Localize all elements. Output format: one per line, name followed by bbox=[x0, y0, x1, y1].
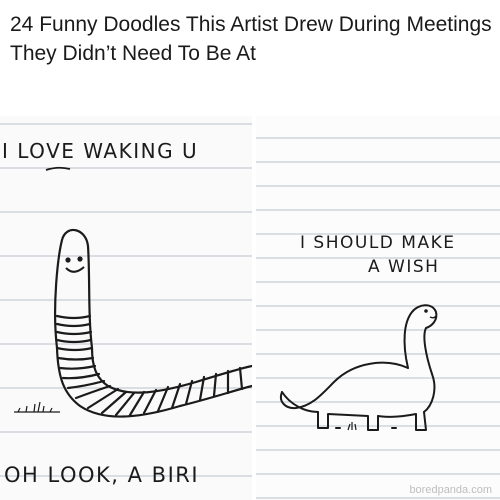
worm bbox=[54, 229, 252, 418]
worm-doodle-panel: I LOVE WAKING U OH LOOK, A BIRI bbox=[0, 116, 252, 500]
dino-eye bbox=[424, 309, 428, 313]
doodle-collage: I LOVE WAKING U OH LOOK, A BIRI I SHOULD… bbox=[0, 116, 500, 500]
worm-eye-left bbox=[65, 257, 71, 263]
grass-tufts bbox=[347, 422, 357, 431]
dino-back-legs bbox=[317, 411, 379, 431]
dinosaur-doodle-image: I SHOULD MAKE A WISH bbox=[256, 137, 500, 499]
top-caption: I LOVE WAKING U bbox=[2, 139, 198, 163]
bottom-caption: OH LOOK, A BIRI bbox=[4, 463, 199, 487]
dino-back-tail bbox=[280, 361, 409, 410]
ruled-lines bbox=[256, 137, 500, 499]
dinosaur bbox=[280, 304, 438, 431]
caption-line-1: I SHOULD MAKE bbox=[300, 233, 455, 253]
worm-doodle-image: I LOVE WAKING U OH LOOK, A BIRI bbox=[0, 123, 252, 487]
ruled-lines bbox=[0, 123, 252, 477]
source-watermark: boredpanda.com bbox=[409, 484, 492, 496]
grass-tufts bbox=[14, 401, 60, 413]
worm-eye-right bbox=[77, 256, 83, 262]
worm-head-outline bbox=[54, 229, 94, 350]
dino-neck-head bbox=[403, 304, 438, 375]
worm-smile bbox=[65, 266, 85, 273]
underline-mark bbox=[45, 166, 71, 171]
dino-chest bbox=[423, 373, 436, 413]
dino-mouth bbox=[429, 315, 437, 319]
article-headline: 24 Funny Doodles This Artist Drew During… bbox=[10, 13, 492, 65]
caption-line-2: A WISH bbox=[368, 257, 439, 277]
dinosaur-doodle-panel: I SHOULD MAKE A WISH boredpanda.com bbox=[256, 116, 500, 500]
dino-front-legs bbox=[377, 411, 427, 431]
